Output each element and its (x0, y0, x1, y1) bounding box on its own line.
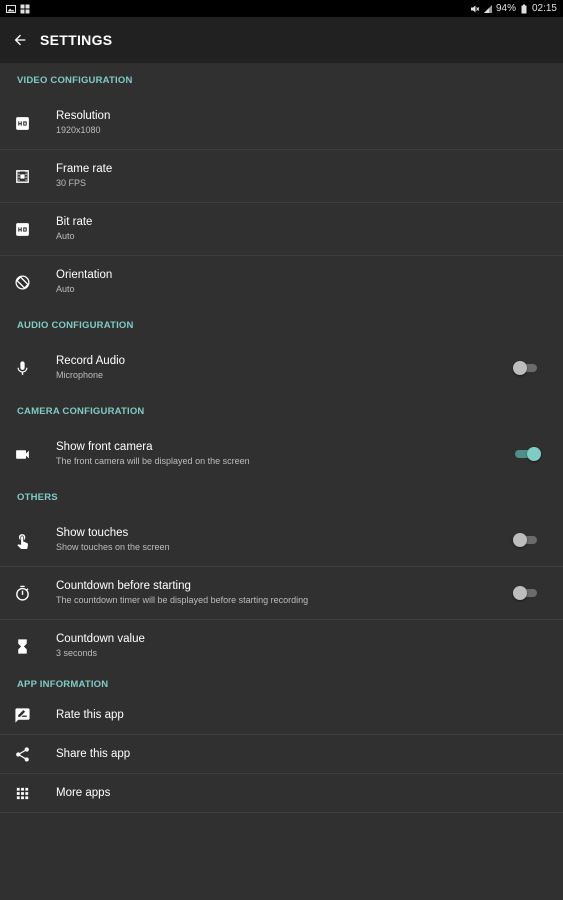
setting-title: Rate this app (56, 708, 124, 721)
setting-rate-app[interactable]: Rate this app (0, 696, 563, 735)
setting-show-touches[interactable]: Show touches Show touches on the screen (0, 514, 563, 567)
signal-icon (483, 4, 493, 14)
setting-countdown-before-starting[interactable]: Countdown before starting The countdown … (0, 567, 563, 620)
page-title: SETTINGS (40, 32, 113, 48)
rate-review-icon (0, 707, 56, 724)
setting-value: The countdown timer will be displayed be… (56, 595, 309, 605)
setting-resolution[interactable]: Resolution 1920x1080 (0, 97, 563, 150)
back-button[interactable] (0, 17, 40, 63)
status-bar-right: 94% 02:15 (470, 3, 563, 14)
status-bar-left (0, 4, 30, 14)
setting-title: Share this app (56, 747, 131, 760)
hourglass-icon (0, 638, 56, 655)
settings-list: VIDEO CONFIGURATION Resolution 1920x1080… (0, 63, 563, 813)
clock: 02:15 (531, 3, 557, 14)
setting-value: Auto (56, 231, 75, 241)
setting-title: Bit rate (56, 216, 93, 228)
battery-percent: 94% (495, 3, 516, 14)
record-audio-toggle[interactable] (513, 361, 539, 375)
setting-value: 30 FPS (56, 178, 87, 188)
setting-value: 3 seconds (56, 648, 98, 658)
setting-front-camera[interactable]: Show front camera The front camera will … (0, 428, 563, 480)
mic-icon (0, 360, 56, 377)
setting-value: The front camera will be displayed on th… (56, 456, 250, 466)
show-touches-toggle[interactable] (513, 533, 539, 547)
timer-icon (0, 585, 56, 602)
setting-title: More apps (56, 786, 111, 799)
setting-value: Microphone (56, 370, 104, 380)
frame-rate-icon (0, 168, 56, 185)
setting-frame-rate[interactable]: Frame rate 30 FPS (0, 150, 563, 203)
setting-countdown-value[interactable]: Countdown value 3 seconds (0, 620, 563, 672)
section-header-app-info: APP INFORMATION (17, 678, 109, 690)
section-header-camera: CAMERA CONFIGURATION (17, 405, 145, 417)
section-header-audio: AUDIO CONFIGURATION (17, 319, 134, 331)
setting-orientation[interactable]: Orientation Auto (0, 256, 563, 308)
setting-title: Orientation (56, 269, 113, 281)
setting-title: Countdown before starting (56, 580, 191, 592)
app-bar: SETTINGS (0, 17, 563, 63)
setting-value: Show touches on the screen (56, 542, 170, 552)
setting-share-app[interactable]: Share this app (0, 735, 563, 774)
hd-icon (0, 115, 56, 132)
apps-icon (20, 4, 30, 14)
gallery-icon (6, 4, 16, 14)
videocam-icon (0, 446, 56, 463)
toggle-thumb (513, 533, 527, 547)
setting-bit-rate[interactable]: Bit rate Auto (0, 203, 563, 256)
toggle-thumb (513, 361, 527, 375)
hd-icon (0, 221, 56, 238)
share-icon (0, 746, 56, 763)
toggle-thumb (527, 447, 541, 461)
setting-value: 1920x1080 (56, 125, 101, 135)
apps-grid-icon (0, 785, 56, 802)
setting-title: Resolution (56, 110, 111, 122)
status-bar: 94% 02:15 (0, 0, 563, 17)
toggle-thumb (513, 586, 527, 600)
touch-icon (0, 532, 56, 549)
setting-record-audio[interactable]: Record Audio Microphone (0, 342, 563, 394)
setting-more-apps[interactable]: More apps (0, 774, 563, 813)
setting-title: Frame rate (56, 163, 113, 175)
screen-rotation-icon (0, 274, 56, 291)
setting-value: Auto (56, 284, 75, 294)
front-camera-toggle[interactable] (513, 447, 541, 461)
setting-title: Show front camera (56, 441, 153, 453)
arrow-back-icon (14, 34, 26, 46)
mute-icon (470, 4, 480, 14)
battery-icon (519, 4, 529, 14)
countdown-toggle[interactable] (513, 586, 539, 600)
setting-title: Countdown value (56, 633, 145, 645)
setting-title: Record Audio (56, 355, 126, 367)
setting-title: Show touches (56, 527, 129, 539)
section-header-video: VIDEO CONFIGURATION (17, 74, 133, 86)
section-header-others: OTHERS (17, 491, 58, 503)
